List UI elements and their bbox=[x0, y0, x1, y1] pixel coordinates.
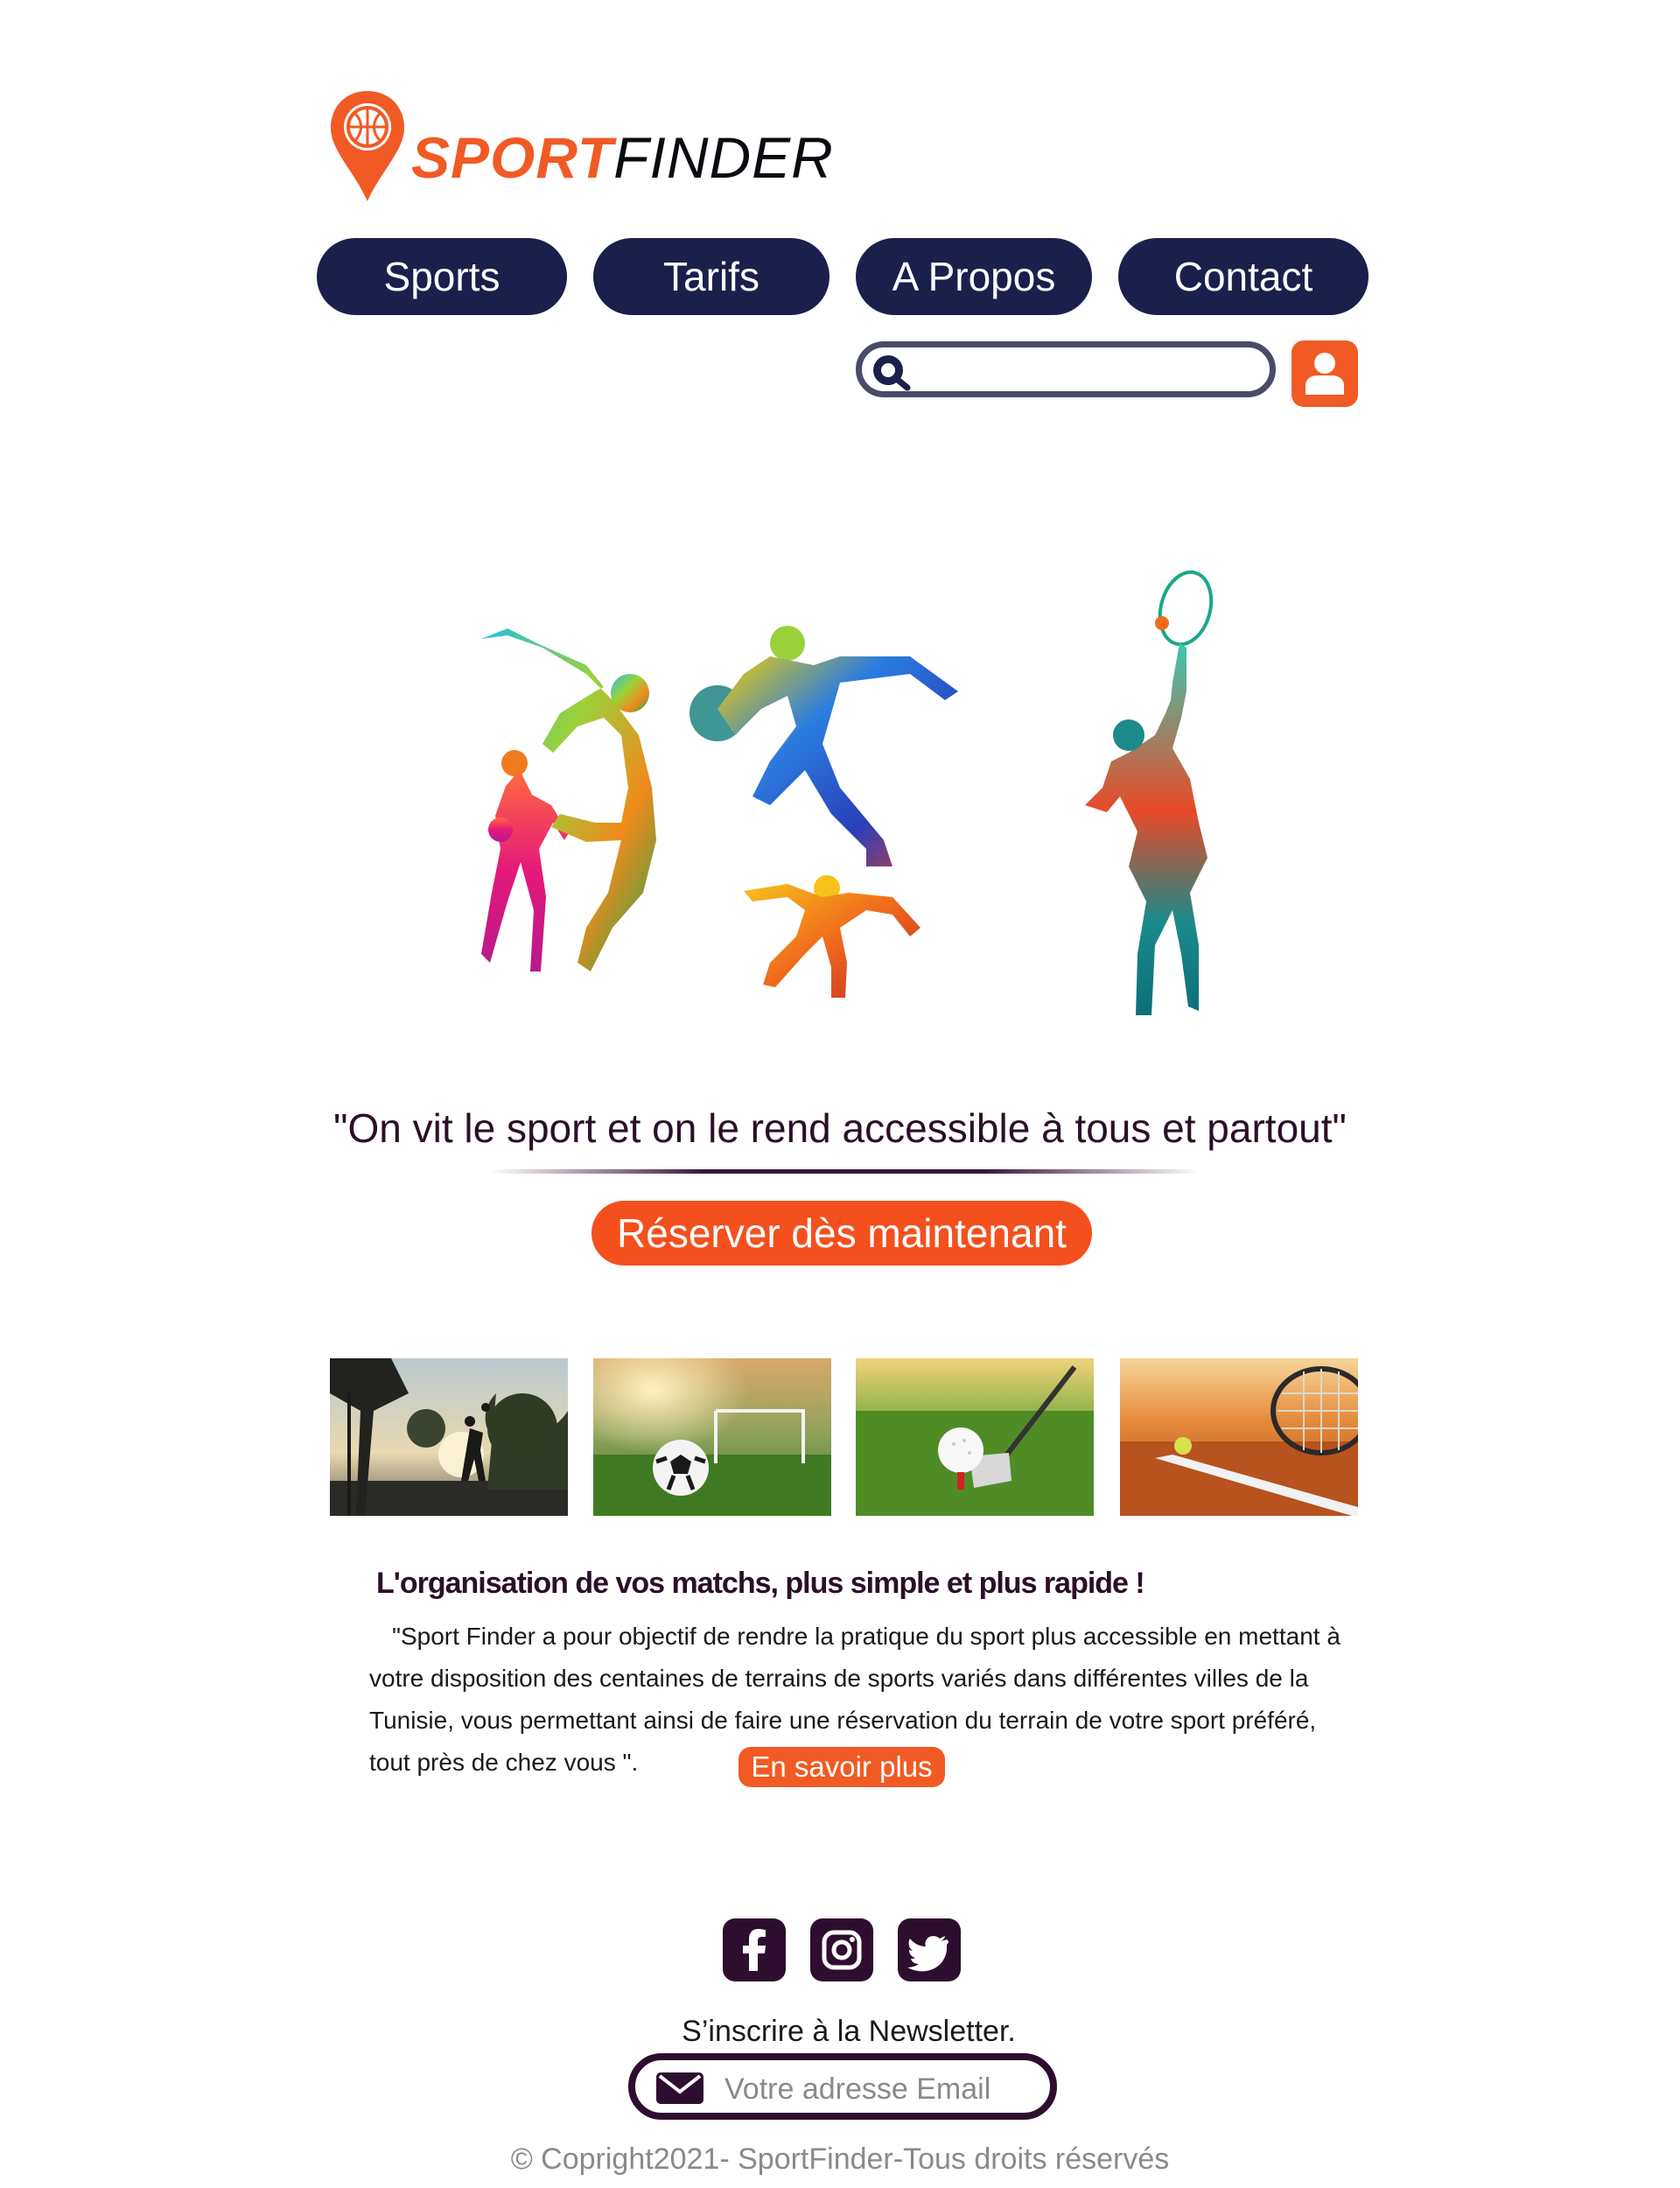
nav-contact[interactable]: Contact bbox=[1118, 238, 1368, 315]
brand-name-finder: FINDER bbox=[613, 125, 834, 190]
hero-tagline: "On vit le sport et on le rend accessibl… bbox=[333, 1105, 1347, 1151]
instagram-icon[interactable] bbox=[810, 1918, 873, 1981]
basketball-photo[interactable] bbox=[330, 1358, 568, 1516]
about-title: L'organisation de vos matchs, plus simpl… bbox=[376, 1567, 1145, 1600]
newsletter-field[interactable] bbox=[628, 2053, 1057, 2120]
nav-sports[interactable]: Sports bbox=[317, 238, 567, 315]
learn-more-button[interactable]: En savoir plus bbox=[738, 1747, 945, 1787]
football-photo[interactable] bbox=[593, 1358, 831, 1516]
nav-tarifs[interactable]: Tarifs bbox=[593, 238, 830, 315]
newsletter-label: S’inscrire à la Newsletter. bbox=[682, 2015, 1016, 2048]
golf-photo[interactable] bbox=[856, 1358, 1094, 1516]
hero-athletes-illustration bbox=[455, 560, 1242, 1103]
brand-name-sport: SPORT bbox=[411, 125, 614, 190]
search-bar[interactable] bbox=[856, 341, 1276, 397]
tagline-divider bbox=[490, 1169, 1199, 1174]
nav-a-propos[interactable]: A Propos bbox=[856, 238, 1092, 315]
reserve-now-button[interactable]: Réserver dès maintenant bbox=[592, 1201, 1092, 1266]
location-pin-icon bbox=[331, 91, 404, 201]
envelope-icon bbox=[656, 2072, 704, 2104]
twitter-icon[interactable] bbox=[898, 1918, 961, 1981]
account-button[interactable] bbox=[1292, 340, 1358, 407]
search-input[interactable] bbox=[923, 353, 1259, 389]
user-icon bbox=[1306, 353, 1344, 395]
brand-wordmark: SPORTFINDER bbox=[411, 124, 834, 191]
search-icon bbox=[873, 355, 911, 391]
facebook-icon[interactable] bbox=[723, 1918, 786, 1981]
copyright-text: © Copright2021- SportFinder-Tous droits … bbox=[510, 2142, 1170, 2176]
email-input[interactable] bbox=[723, 2069, 1041, 2109]
brand-logo[interactable]: SPORTFINDER bbox=[328, 88, 833, 210]
tennis-photo[interactable] bbox=[1120, 1358, 1358, 1516]
